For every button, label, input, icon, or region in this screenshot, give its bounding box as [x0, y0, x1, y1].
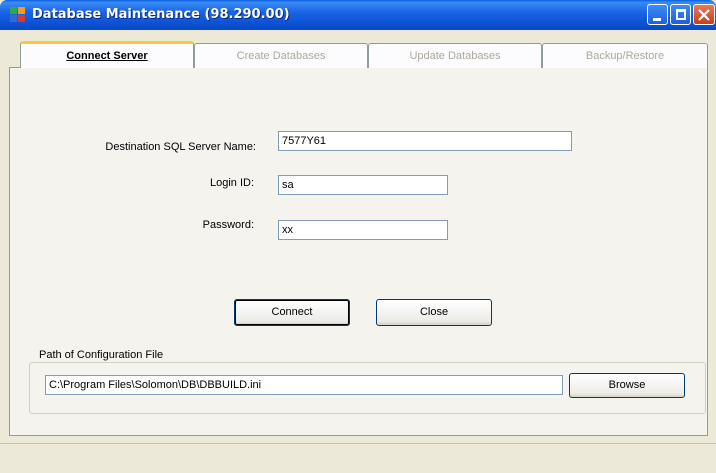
close-button[interactable]: Close	[376, 299, 492, 326]
title-bar[interactable]: Database Maintenance (98.290.00)	[0, 0, 716, 30]
maximize-button[interactable]	[670, 4, 691, 25]
close-button-label: Close	[419, 306, 449, 318]
tab-label: Connect Server	[66, 50, 148, 62]
config-path-field[interactable]: C:\Program Files\Solomon\DB\DBBUILD.ini	[45, 375, 563, 395]
minimize-button[interactable]	[647, 4, 668, 25]
config-path-legend: Path of Configuration File	[37, 349, 166, 361]
tab-backup-restore[interactable]: Backup/Restore	[542, 43, 708, 68]
server-name-label: Destination SQL Server Name:	[105, 141, 256, 153]
server-name-field[interactable]: 7577Y61	[278, 131, 572, 151]
browse-button[interactable]: Browse	[569, 373, 685, 398]
login-id-label: Login ID:	[209, 177, 254, 189]
tab-connect-server[interactable]: Connect Server	[20, 41, 194, 68]
connect-button[interactable]: Connect	[234, 299, 350, 326]
login-id-field[interactable]: sa	[278, 175, 448, 195]
password-field[interactable]: xx	[278, 220, 448, 240]
password-label: Password:	[202, 219, 254, 231]
tab-label: Backup/Restore	[585, 50, 665, 62]
status-bar	[0, 443, 716, 473]
close-icon	[698, 9, 710, 21]
maximize-icon	[676, 9, 686, 20]
tab-update-databases[interactable]: Update Databases	[368, 43, 542, 68]
connect-button-label: Connect	[271, 306, 313, 318]
tab-create-databases[interactable]: Create Databases	[194, 43, 368, 68]
tab-label: Create Databases	[236, 50, 326, 62]
database-app-icon	[10, 7, 26, 23]
app-window: Database Maintenance (98.290.00) Connect…	[0, 0, 716, 473]
minimize-icon	[653, 18, 661, 21]
browse-button-label: Browse	[608, 379, 646, 391]
window-title: Database Maintenance (98.290.00)	[32, 7, 290, 22]
tab-label: Update Databases	[409, 50, 501, 62]
close-window-button[interactable]	[693, 4, 715, 25]
